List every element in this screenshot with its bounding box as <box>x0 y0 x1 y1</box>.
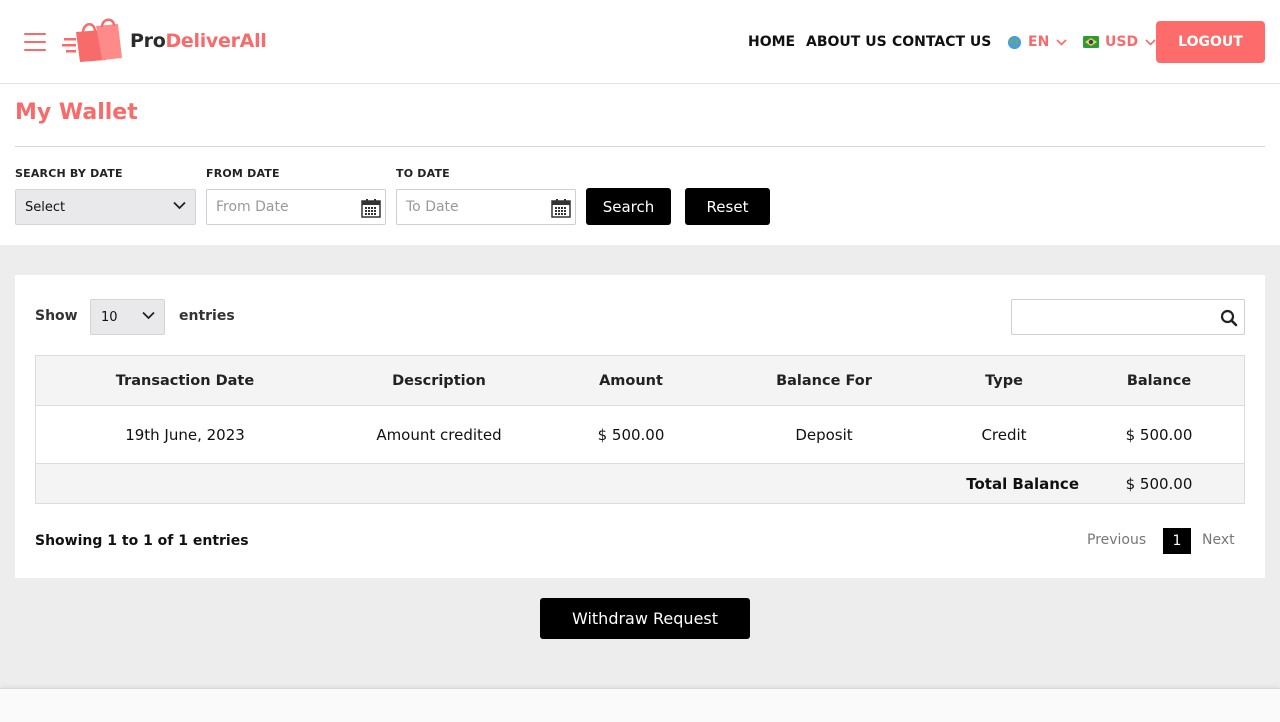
calendar-icon[interactable] <box>361 198 381 218</box>
calendar-icon[interactable] <box>551 198 571 218</box>
globe-icon <box>1007 35 1022 49</box>
from-date-input[interactable]: From Date <box>206 189 386 225</box>
column-header[interactable]: Balance For <box>729 356 919 405</box>
top-header: ProDeliverAll HOME ABOUT US CONTACT US E… <box>0 0 1280 84</box>
language-dropdown[interactable]: EN <box>1000 0 1067 84</box>
logout-button[interactable]: LOGOUT <box>1156 21 1265 63</box>
to-date-placeholder: To Date <box>406 199 459 215</box>
table-cell: Amount credited <box>376 425 502 444</box>
table-cell: Credit <box>981 425 1027 444</box>
page-title: My Wallet <box>15 100 138 125</box>
total-balance-value: $ 500.00 <box>1125 474 1193 493</box>
pagination-page-1[interactable]: 1 <box>1163 528 1191 554</box>
table-cell: $ 500.00 <box>597 425 665 444</box>
nav-home-link[interactable]: HOME <box>748 0 795 84</box>
footer <box>0 688 1280 722</box>
column-header[interactable]: Type <box>929 356 1079 405</box>
chevron-down-icon <box>173 201 186 210</box>
search-by-date-label: SEARCH BY DATE <box>15 167 123 180</box>
entries-per-page-value: 10 <box>101 309 118 325</box>
shopping-bag-logo-icon <box>62 18 122 62</box>
currency-dropdown[interactable]: USD <box>1076 0 1156 84</box>
withdraw-request-button[interactable]: Withdraw Request <box>540 598 750 639</box>
from-date-placeholder: From Date <box>216 199 289 215</box>
column-header[interactable]: Amount <box>556 356 706 405</box>
table-cell: Deposit <box>795 425 853 444</box>
search-button[interactable]: Search <box>586 188 671 225</box>
pagination-info: Showing 1 to 1 of 1 entries <box>35 533 249 549</box>
column-header[interactable]: Transaction Date <box>80 356 290 405</box>
table-cell: 19th June, 2023 <box>125 425 245 444</box>
entries-per-page-select[interactable]: 10 <box>90 299 165 335</box>
column-header[interactable]: Balance <box>1089 356 1229 405</box>
search-by-date-value: Select <box>25 199 66 215</box>
transactions-table: Transaction Date Description Amount Bala… <box>35 355 1245 504</box>
language-label: EN <box>1028 34 1050 50</box>
brand-logo[interactable]: ProDeliverAll <box>62 18 267 64</box>
reset-button[interactable]: Reset <box>685 188 770 225</box>
currency-label: USD <box>1105 34 1139 50</box>
from-date-label: FROM DATE <box>206 167 280 180</box>
pagination-next[interactable]: Next <box>1202 532 1235 548</box>
flag-icon <box>1083 36 1099 48</box>
chevron-down-icon <box>142 311 155 320</box>
hamburger-menu-icon[interactable] <box>24 33 46 51</box>
table-row: 19th June, 2023 Amount credited $ 500.00… <box>36 406 1244 464</box>
title-divider <box>15 146 1265 147</box>
show-label: Show <box>35 308 78 324</box>
table-header-row: Transaction Date Description Amount Bala… <box>36 356 1244 406</box>
table-cell: $ 500.00 <box>1125 425 1193 444</box>
brand-name: ProDeliverAll <box>130 30 267 52</box>
entries-label: entries <box>179 308 235 324</box>
chevron-down-icon <box>1056 38 1067 46</box>
pagination-previous[interactable]: Previous <box>1087 532 1146 548</box>
to-date-label: TO DATE <box>396 167 450 180</box>
total-balance-label: Total Balance <box>966 474 1079 493</box>
to-date-input[interactable]: To Date <box>396 189 576 225</box>
search-icon[interactable] <box>1220 309 1238 327</box>
nav-contact-link[interactable]: CONTACT US <box>892 0 991 84</box>
chevron-down-icon <box>1145 38 1156 46</box>
table-footer-row: Total Balance $ 500.00 <box>36 464 1244 503</box>
search-by-date-select[interactable]: Select <box>15 189 196 225</box>
nav-about-link[interactable]: ABOUT US <box>806 0 887 84</box>
table-search-input[interactable] <box>1011 299 1245 335</box>
column-header[interactable]: Description <box>334 356 544 405</box>
